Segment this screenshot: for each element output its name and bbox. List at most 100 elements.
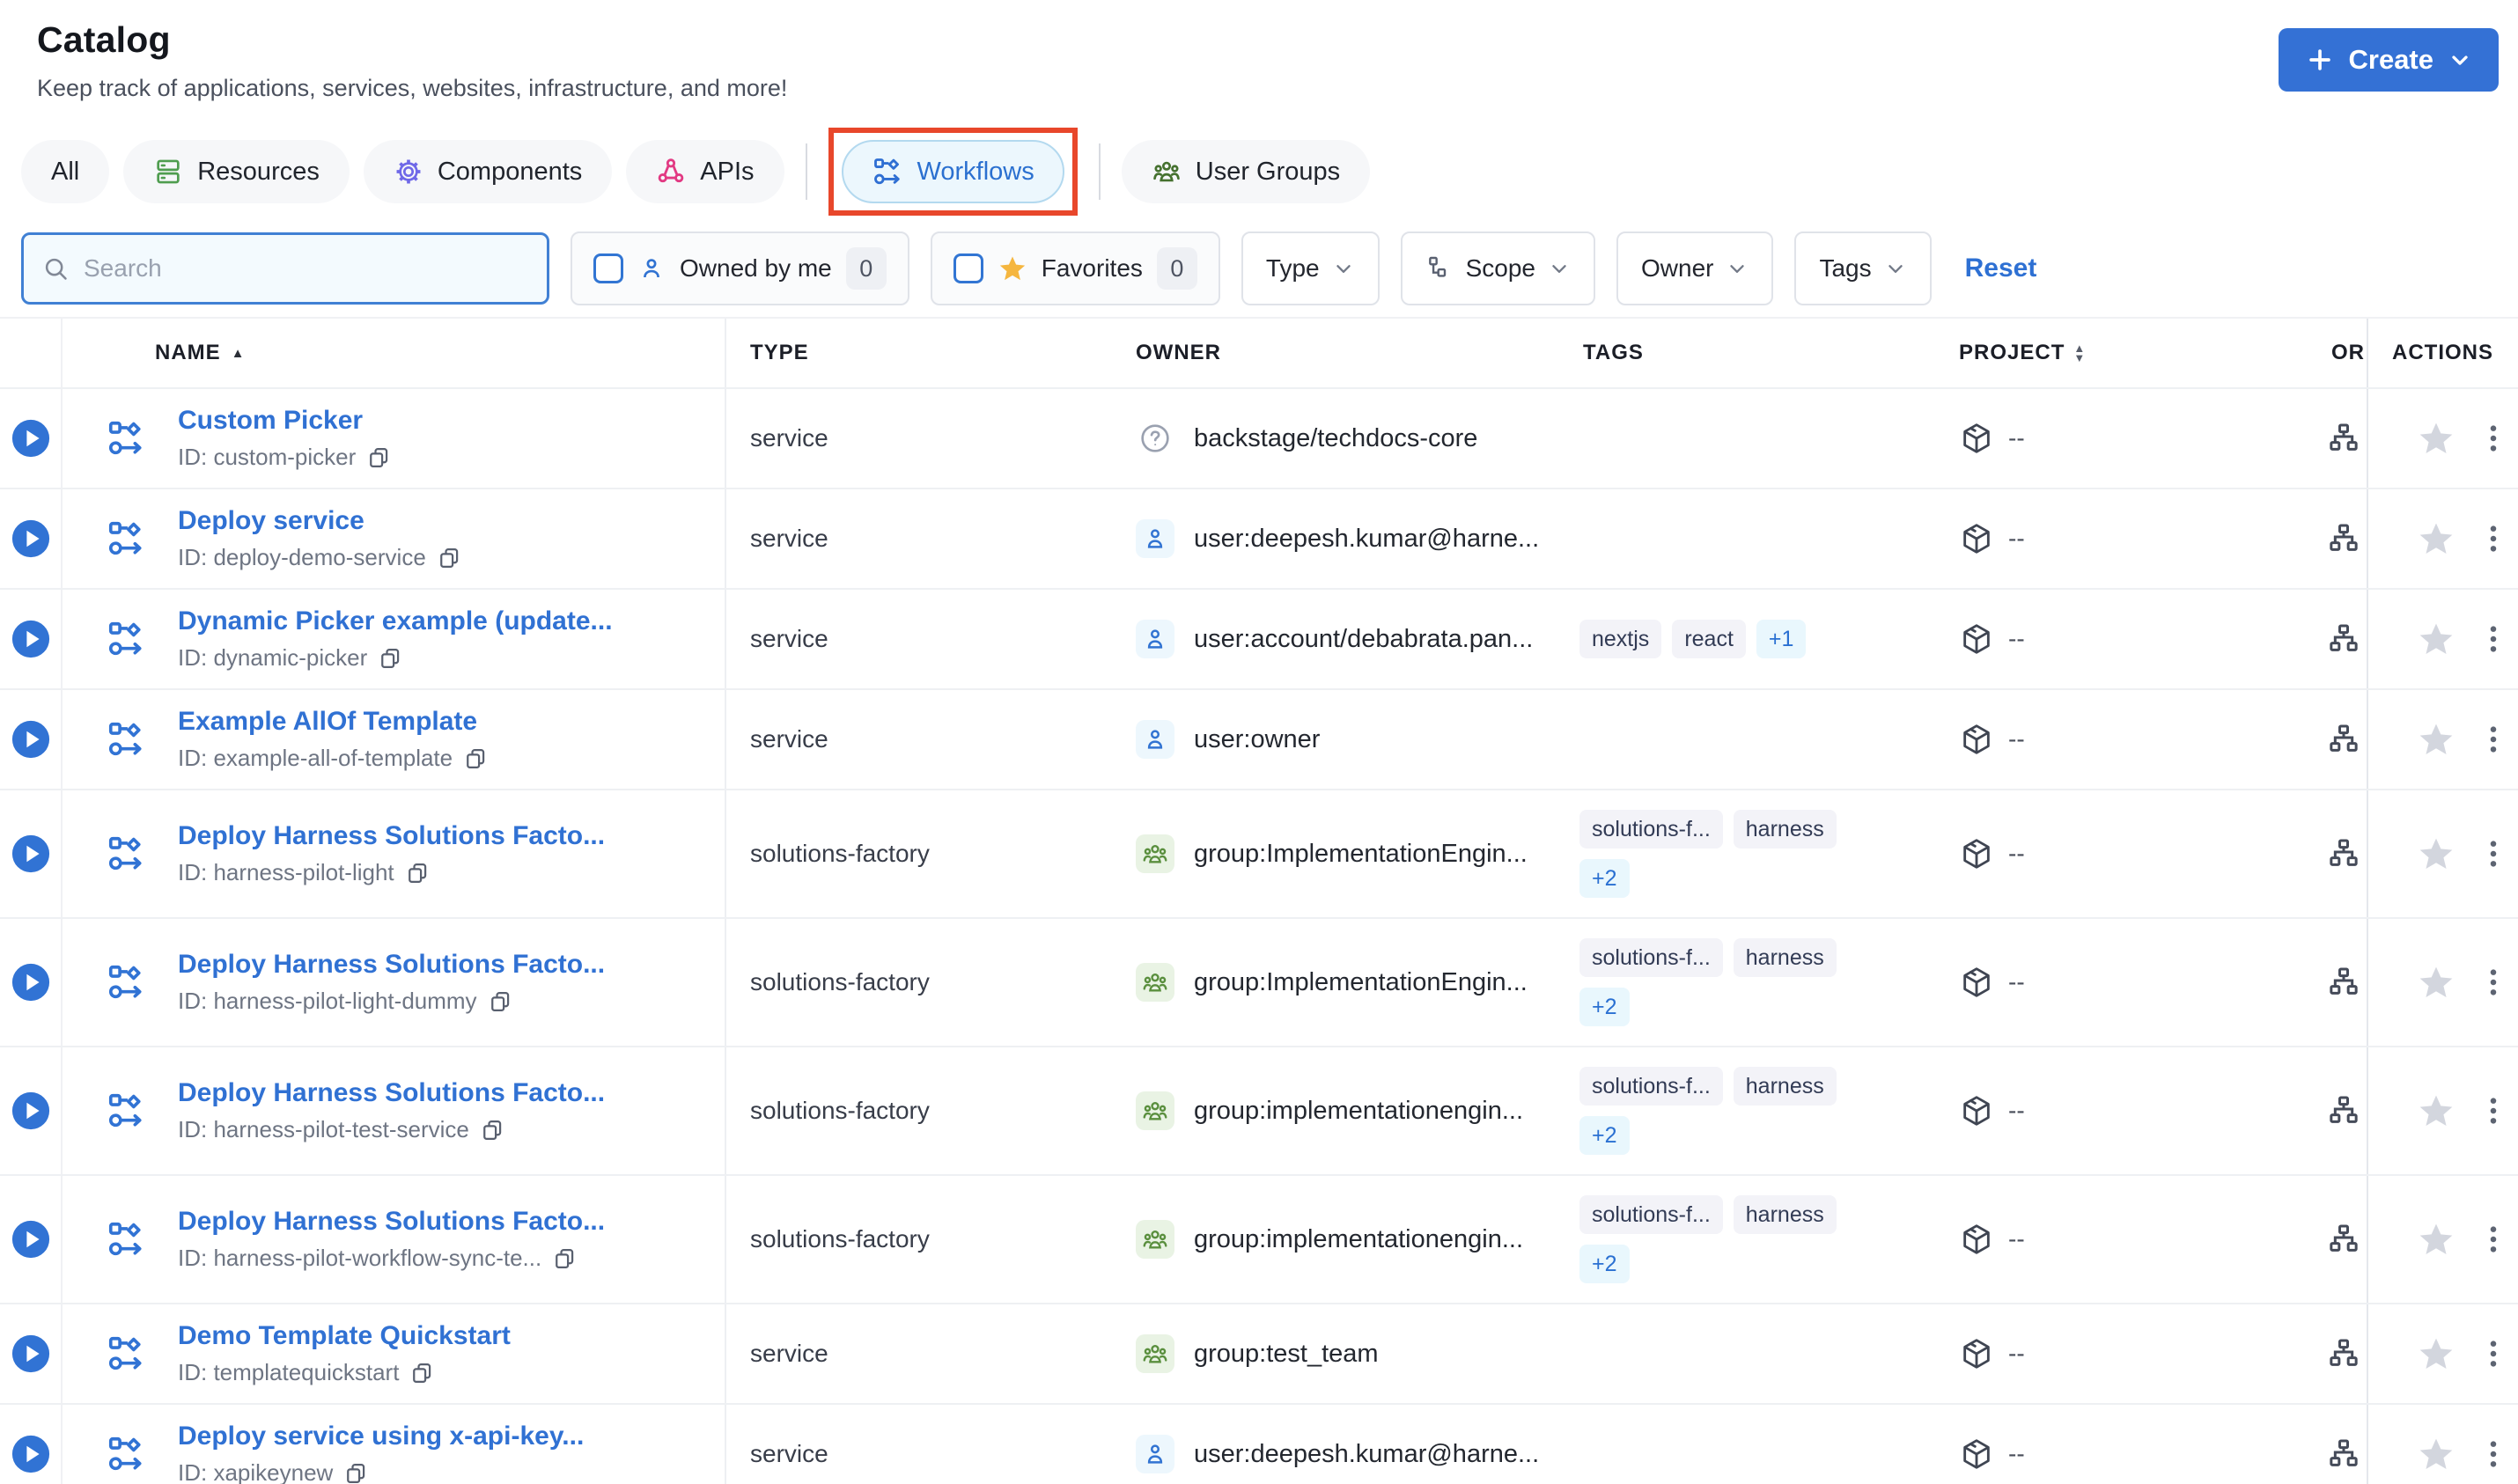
org-hierarchy-icon[interactable] xyxy=(2326,1336,2361,1371)
entity-name-link[interactable]: Dynamic Picker example (update... xyxy=(178,606,613,636)
favorite-star-icon[interactable] xyxy=(2417,419,2455,458)
kebab-menu-icon[interactable] xyxy=(2478,722,2508,757)
tags-dropdown[interactable]: Tags xyxy=(1794,231,1932,305)
run-workflow-button[interactable] xyxy=(11,719,51,760)
entity-name-link[interactable]: Deploy service xyxy=(178,506,461,536)
run-workflow-button[interactable] xyxy=(11,1219,51,1260)
favorite-star-icon[interactable] xyxy=(2417,1220,2455,1259)
unknown-owner-icon xyxy=(1136,419,1174,458)
entity-name-link[interactable]: Custom Picker xyxy=(178,406,391,436)
run-workflow-button[interactable] xyxy=(11,1333,51,1374)
copy-icon[interactable] xyxy=(437,546,461,570)
reset-filters-link[interactable]: Reset xyxy=(1965,253,2037,283)
tab-apis[interactable]: APIs xyxy=(626,140,784,203)
project-cube-icon xyxy=(1963,1096,1990,1126)
tab-components[interactable]: Components xyxy=(363,140,613,203)
favorite-star-icon[interactable] xyxy=(2417,834,2455,873)
kebab-menu-icon[interactable] xyxy=(2478,1093,2508,1128)
table-body: Custom Picker ID: custom-picker service xyxy=(0,387,2518,1484)
create-button[interactable]: Create xyxy=(2278,28,2499,92)
kebab-menu-icon[interactable] xyxy=(2478,836,2508,871)
entity-name-link[interactable]: Demo Template Quickstart xyxy=(178,1321,511,1351)
search-box[interactable] xyxy=(21,232,549,305)
tab-workflows[interactable]: Workflows xyxy=(841,140,1064,203)
entity-name-link[interactable]: Deploy Harness Solutions Facto... xyxy=(178,1207,605,1237)
org-hierarchy-icon[interactable] xyxy=(2326,621,2361,657)
org-hierarchy-icon[interactable] xyxy=(2326,836,2361,871)
org-hierarchy-icon[interactable] xyxy=(2326,421,2361,456)
entity-id: ID: harness-pilot-test-service xyxy=(178,1116,469,1142)
actions-header-label: ACTIONS xyxy=(2392,341,2493,364)
copy-icon[interactable] xyxy=(463,746,488,771)
owned-by-me-checkbox[interactable] xyxy=(593,253,623,283)
org-hierarchy-icon[interactable] xyxy=(2326,965,2361,1000)
entity-name-link[interactable]: Example AllOf Template xyxy=(178,707,488,737)
tab-user-groups[interactable]: User Groups xyxy=(1121,140,1371,203)
copy-icon[interactable] xyxy=(409,1361,434,1385)
components-gear-icon xyxy=(396,159,421,184)
tab-resources[interactable]: Resources xyxy=(123,140,350,203)
copy-icon[interactable] xyxy=(378,646,402,671)
copy-icon[interactable] xyxy=(480,1118,504,1142)
entity-name-link[interactable]: Deploy service using x-api-key... xyxy=(178,1422,584,1451)
kebab-menu-icon[interactable] xyxy=(2478,621,2508,657)
favorite-star-icon[interactable] xyxy=(2417,963,2455,1002)
owner-dropdown[interactable]: Owner xyxy=(1616,231,1774,305)
org-hierarchy-icon[interactable] xyxy=(2326,1436,2361,1472)
favorites-filter[interactable]: Favorites 0 xyxy=(930,231,1220,305)
column-header-name[interactable]: NAME ▲ xyxy=(61,319,725,387)
run-workflow-button[interactable] xyxy=(11,418,51,459)
more-tags-chip[interactable]: +2 xyxy=(1579,988,1630,1026)
run-workflow-button[interactable] xyxy=(11,619,51,659)
tab-divider xyxy=(805,143,807,200)
entity-name-link[interactable]: Deploy Harness Solutions Facto... xyxy=(178,950,605,980)
more-tags-chip[interactable]: +2 xyxy=(1579,1245,1630,1283)
run-workflow-button[interactable] xyxy=(11,834,51,874)
kebab-menu-icon[interactable] xyxy=(2478,1222,2508,1257)
favorite-star-icon[interactable] xyxy=(2417,519,2455,558)
run-workflow-button[interactable] xyxy=(11,1091,51,1131)
copy-icon[interactable] xyxy=(366,445,391,470)
favorite-star-icon[interactable] xyxy=(2417,620,2455,658)
favorite-star-icon[interactable] xyxy=(2417,1091,2455,1130)
favorite-star-icon[interactable] xyxy=(2417,1435,2455,1473)
page-subtitle: Keep track of applications, services, we… xyxy=(37,75,788,101)
kebab-menu-icon[interactable] xyxy=(2478,521,2508,556)
owned-by-me-filter[interactable]: Owned by me 0 xyxy=(571,231,909,305)
copy-icon[interactable] xyxy=(552,1246,577,1271)
tag-chip: solutions-f... xyxy=(1579,1195,1723,1234)
more-tags-chip[interactable]: +2 xyxy=(1579,1116,1630,1155)
favorite-star-icon[interactable] xyxy=(2417,720,2455,759)
copy-icon[interactable] xyxy=(488,989,512,1014)
tab-all[interactable]: All xyxy=(21,140,110,203)
tag-chip: nextjs xyxy=(1579,620,1662,658)
scope-dropdown[interactable]: Scope xyxy=(1400,231,1596,305)
entity-name-link[interactable]: Deploy Harness Solutions Facto... xyxy=(178,1078,605,1108)
chevron-down-icon xyxy=(2452,55,2468,65)
run-workflow-button[interactable] xyxy=(11,518,51,559)
kebab-menu-icon[interactable] xyxy=(2478,965,2508,1000)
search-input[interactable] xyxy=(84,254,529,283)
favorite-star-icon[interactable] xyxy=(2417,1334,2455,1373)
copy-icon[interactable] xyxy=(405,861,430,885)
org-hierarchy-icon[interactable] xyxy=(2326,1093,2361,1128)
kebab-menu-icon[interactable] xyxy=(2478,421,2508,456)
org-hierarchy-icon[interactable] xyxy=(2326,521,2361,556)
run-workflow-button[interactable] xyxy=(11,962,51,1003)
workflow-icon xyxy=(108,1436,142,1471)
org-hierarchy-icon[interactable] xyxy=(2326,1222,2361,1257)
type-dropdown[interactable]: Type xyxy=(1241,231,1380,305)
kebab-menu-icon[interactable] xyxy=(2478,1336,2508,1371)
org-hierarchy-icon[interactable] xyxy=(2326,722,2361,757)
column-header-project[interactable]: PROJECT ▲ ▼ xyxy=(1937,319,2307,387)
table-row: Dynamic Picker example (update... ID: dy… xyxy=(0,588,2518,688)
entity-name-link[interactable]: Deploy Harness Solutions Facto... xyxy=(178,821,605,851)
more-tags-chip[interactable]: +1 xyxy=(1756,620,1807,658)
copy-icon[interactable] xyxy=(343,1461,368,1484)
owner-name: group:ImplementationEngin... xyxy=(1194,967,1528,996)
kebab-menu-icon[interactable] xyxy=(2478,1436,2508,1472)
tag-chip: harness xyxy=(1733,1195,1837,1234)
favorites-checkbox[interactable] xyxy=(953,253,983,283)
more-tags-chip[interactable]: +2 xyxy=(1579,859,1630,898)
run-workflow-button[interactable] xyxy=(11,1434,51,1474)
